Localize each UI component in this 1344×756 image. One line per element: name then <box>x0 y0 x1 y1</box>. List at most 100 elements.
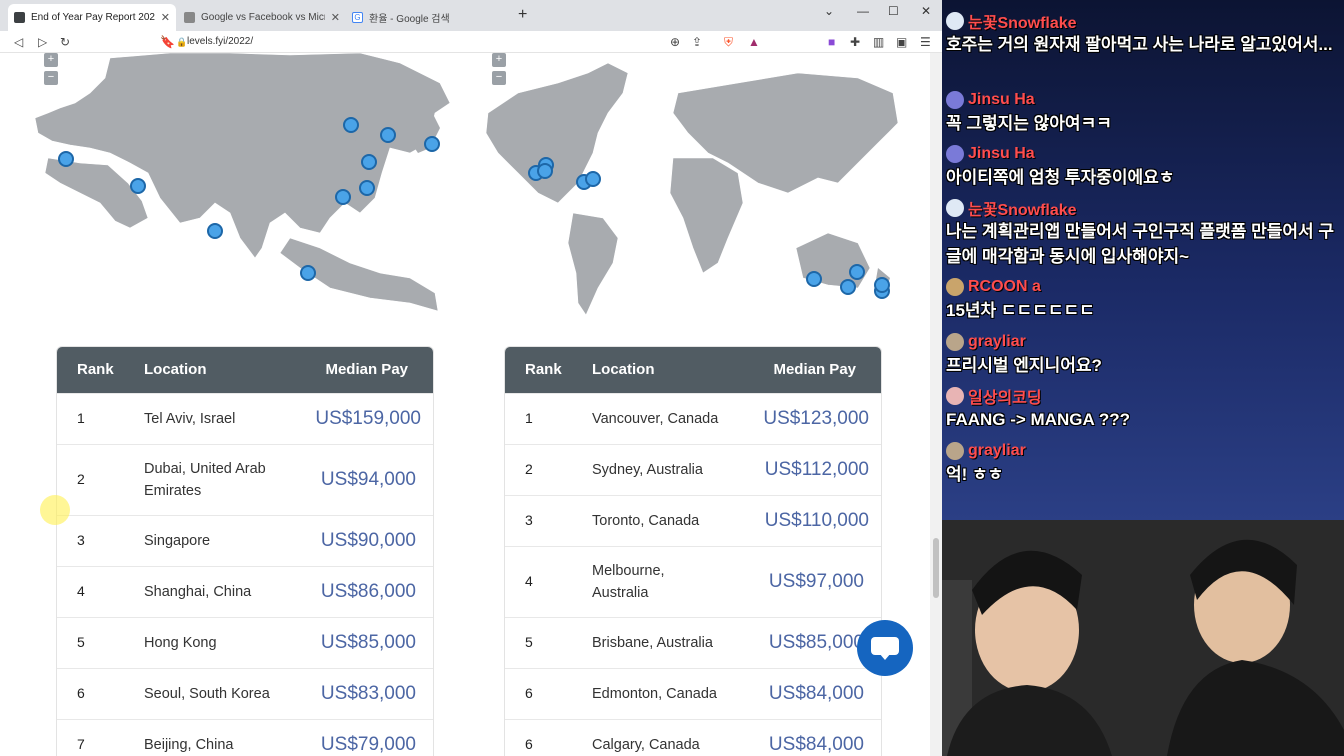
table-row: 5 Brisbane, Australia US$85,000 <box>505 617 881 668</box>
location-header[interactable]: Location <box>144 361 207 378</box>
zoom-out-button[interactable]: − <box>492 71 506 85</box>
site-favicon-icon <box>184 12 195 23</box>
rank-cell: 6 <box>77 685 85 701</box>
pay-cell: US$83,000 <box>320 683 416 704</box>
map-marker[interactable] <box>130 178 146 194</box>
stream-chat: 눈꽃Snowflake 호주는 거의 원자재 팔아먹고 사는 나라로 알고있어서… <box>942 0 1344 520</box>
minimize-icon[interactable]: — <box>857 4 869 18</box>
scrollbar-thumb[interactable] <box>933 538 939 598</box>
pay-cell: US$84,000 <box>768 683 864 704</box>
rank-cell: 3 <box>525 512 533 528</box>
browser-window: End of Year Pay Report 2022 | Le ✕ Googl… <box>0 0 942 756</box>
map-marker[interactable] <box>207 223 223 239</box>
pay-cell: US$84,000 <box>768 734 864 755</box>
menu-icon[interactable]: ☰ <box>920 34 931 50</box>
chat-text: FAANG -> MANGA ??? <box>946 410 1130 429</box>
location-cell: Beijing, China <box>144 737 234 753</box>
chat-widget-button[interactable] <box>857 620 913 676</box>
tab-search-chevron-icon[interactable]: ⌄ <box>824 4 834 18</box>
map-marker[interactable] <box>300 265 316 281</box>
share-icon[interactable]: ⇪ <box>692 34 702 50</box>
location-cell: Calgary, Canada <box>592 737 700 753</box>
close-icon[interactable]: ✕ <box>161 11 170 24</box>
tab-bar: End of Year Pay Report 2022 | Le ✕ Googl… <box>0 0 942 31</box>
avatar <box>946 278 964 296</box>
brave-rewards-icon[interactable]: ▲ <box>748 34 760 50</box>
tab-title: End of Year Pay Report 2022 | Le <box>31 12 155 23</box>
world-map[interactable]: + − <box>478 53 908 323</box>
address-bar[interactable]: levels.fyi/2022/ <box>187 34 253 50</box>
page-scrollbar[interactable] <box>930 53 942 756</box>
median-pay-header[interactable]: Median Pay <box>773 361 856 378</box>
chat-message: 눈꽃Snowflake 나는 계획관리앱 만들어서 구인구직 플랫폼 만들어서 … <box>946 197 1341 269</box>
map-marker[interactable] <box>335 189 351 205</box>
map-marker[interactable] <box>537 163 553 179</box>
location-header[interactable]: Location <box>592 361 655 378</box>
map-marker[interactable] <box>359 180 375 196</box>
close-icon[interactable]: ✕ <box>331 11 340 24</box>
pay-cell: US$110,000 <box>764 510 869 531</box>
location-cell: Melbourne, Australia <box>592 563 665 601</box>
map-marker[interactable] <box>874 277 890 293</box>
tab-pay-report[interactable]: End of Year Pay Report 2022 | Le ✕ <box>8 4 176 31</box>
rank-cell: 6 <box>525 685 533 701</box>
rank-cell: 1 <box>525 410 533 426</box>
chat-text: 꼭 그렇지는 않아여ㅋㅋ <box>946 114 1112 133</box>
bookmark-icon[interactable]: 🔖 <box>160 34 175 50</box>
chat-user: RCOON a <box>946 276 1341 298</box>
map-marker[interactable] <box>58 151 74 167</box>
asia-map[interactable]: + − <box>30 53 460 323</box>
tab-google-vs-facebook[interactable]: Google vs Facebook vs Microsoft - C ✕ <box>178 4 346 31</box>
chat-message: Jinsu Ha 꼭 그렇지는 않아여ㅋㅋ <box>946 89 1341 136</box>
table-header: Rank Location Median Pay <box>505 347 881 393</box>
new-tab-plus-icon[interactable]: + <box>518 6 527 24</box>
chat-user: 눈꽃Snowflake <box>946 10 1341 32</box>
tab-exchange-rate[interactable]: G 환율 - Google 검색 <box>346 4 514 31</box>
table-row: 6 Edmonton, Canada US$84,000 <box>505 668 881 719</box>
map-marker[interactable] <box>424 136 440 152</box>
rank-cell: 2 <box>525 461 533 477</box>
table-row: 7 Beijing, China US$79,000 <box>57 719 433 756</box>
levels-favicon-icon <box>14 12 25 23</box>
map-marker[interactable] <box>849 264 865 280</box>
chat-message: 일상의코딩 FAANG -> MANGA ??? <box>946 385 1341 432</box>
median-pay-header[interactable]: Median Pay <box>325 361 408 378</box>
table-row: 5 Hong Kong US$85,000 <box>57 617 433 668</box>
reload-icon[interactable]: ↻ <box>60 34 70 50</box>
chat-text: 나는 계획관리앱 만들어서 구인구직 플랫폼 만들어서 구글에 매각함과 동시에… <box>946 222 1335 266</box>
map-marker[interactable] <box>806 271 822 287</box>
chat-username: 일상의코딩 <box>968 390 1042 407</box>
zoom-in-button[interactable]: + <box>44 53 58 67</box>
tab-title: Google vs Facebook vs Microsoft - C <box>201 12 325 23</box>
table-row: 6 Calgary, Canada US$84,000 <box>505 719 881 756</box>
rank-cell: 2 <box>77 471 85 487</box>
zoom-in-button[interactable]: + <box>492 53 506 67</box>
sidebar-icon[interactable]: ▥ <box>873 34 884 50</box>
map-marker[interactable] <box>840 279 856 295</box>
map-marker[interactable] <box>380 127 396 143</box>
map-marker[interactable] <box>343 117 359 133</box>
maximize-icon[interactable]: ☐ <box>888 4 899 18</box>
chat-text: 15년차 ㄷㄷㄷㄷㄷㄷ <box>946 301 1095 320</box>
chat-message: 눈꽃Snowflake 호주는 거의 원자재 팔아먹고 사는 나라로 알고있어서… <box>946 10 1341 57</box>
chat-user: Jinsu Ha <box>946 89 1341 111</box>
extensions-puzzle-icon[interactable]: ✚ <box>850 34 860 50</box>
forward-icon[interactable]: ▷ <box>38 34 47 50</box>
brave-shield-icon[interactable]: ⛨ <box>724 34 733 50</box>
location-cell: Brisbane, Australia <box>592 635 713 651</box>
rank-header[interactable]: Rank <box>525 361 562 378</box>
right-pay-table: Rank Location Median Pay 1 Vancouver, Ca… <box>504 346 882 756</box>
browser-toolbar: ◁ ▷ ↻ 🔖 🔒 levels.fyi/2022/ ⊕ ⇪ ⛨ ▲ ■ ✚ ▥… <box>0 31 942 53</box>
extension-icon[interactable]: ■ <box>828 34 835 50</box>
zoom-out-button[interactable]: − <box>44 71 58 85</box>
chat-message: Jinsu Ha 아이티쪽에 엄청 투자중이에요ㅎ <box>946 143 1341 190</box>
chat-text: 억! ㅎㅎ <box>946 465 1004 484</box>
rank-header[interactable]: Rank <box>77 361 114 378</box>
map-marker[interactable] <box>585 171 601 187</box>
wallet-icon[interactable]: ▣ <box>896 34 907 50</box>
avatar <box>946 145 964 163</box>
map-marker[interactable] <box>361 154 377 170</box>
close-window-icon[interactable]: ✕ <box>921 4 931 18</box>
zoom-icon[interactable]: ⊕ <box>670 34 680 50</box>
back-icon[interactable]: ◁ <box>14 34 23 50</box>
